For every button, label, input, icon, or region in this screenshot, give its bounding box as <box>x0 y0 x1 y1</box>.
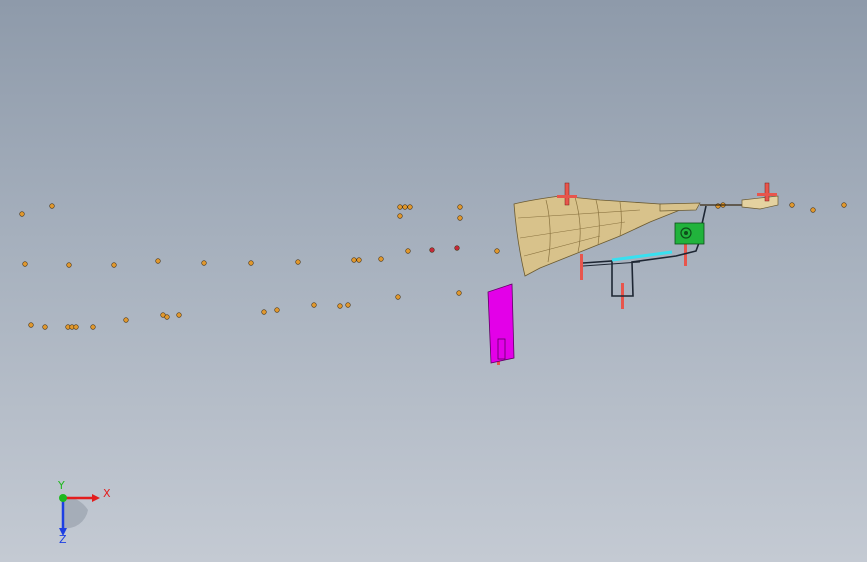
reference-point <box>90 324 96 330</box>
3d-model-viewport[interactable]: X Y Z <box>0 0 867 562</box>
reference-point <box>261 309 267 315</box>
reference-point <box>28 322 34 328</box>
reference-point <box>49 203 55 209</box>
reference-point <box>715 203 721 209</box>
reference-point <box>274 307 280 313</box>
reference-point <box>457 204 463 210</box>
reference-point <box>248 260 254 266</box>
reference-point <box>164 314 170 320</box>
reference-point <box>201 260 207 266</box>
reference-point <box>176 312 182 318</box>
reference-point <box>395 294 401 300</box>
reference-point <box>810 207 816 213</box>
reference-point <box>397 213 403 219</box>
triad-x-label: X <box>103 487 111 500</box>
reference-point <box>397 204 403 210</box>
reference-point <box>356 257 362 263</box>
reference-point <box>456 290 462 296</box>
reference-point <box>19 211 25 217</box>
reference-point <box>337 303 343 309</box>
sensor-module[interactable] <box>674 222 705 245</box>
reference-point <box>66 262 72 268</box>
reference-point <box>345 302 351 308</box>
reference-point <box>311 302 317 308</box>
reference-point <box>123 317 129 323</box>
reference-point-highlighted <box>429 247 435 253</box>
reference-point <box>789 202 795 208</box>
reference-point <box>841 202 847 208</box>
reference-point <box>407 204 413 210</box>
reference-point <box>351 257 357 263</box>
reference-point <box>457 215 463 221</box>
reference-point <box>378 256 384 262</box>
coordinate-triad: X Y Z <box>57 479 111 546</box>
reference-point <box>494 248 500 254</box>
triad-z-label: Z <box>59 533 67 546</box>
reference-points-group <box>19 202 847 330</box>
reference-point <box>295 259 301 265</box>
reference-point <box>402 204 408 210</box>
reference-point <box>73 324 79 330</box>
scene-canvas[interactable]: X Y Z <box>0 0 867 562</box>
reference-point <box>155 258 161 264</box>
triad-y-label: Y <box>57 479 65 492</box>
reference-point <box>111 262 117 268</box>
reference-point-highlighted <box>454 245 460 251</box>
mounting-bracket[interactable] <box>487 283 515 364</box>
reference-point <box>42 324 48 330</box>
reference-point <box>405 248 411 254</box>
reference-point <box>22 261 28 267</box>
